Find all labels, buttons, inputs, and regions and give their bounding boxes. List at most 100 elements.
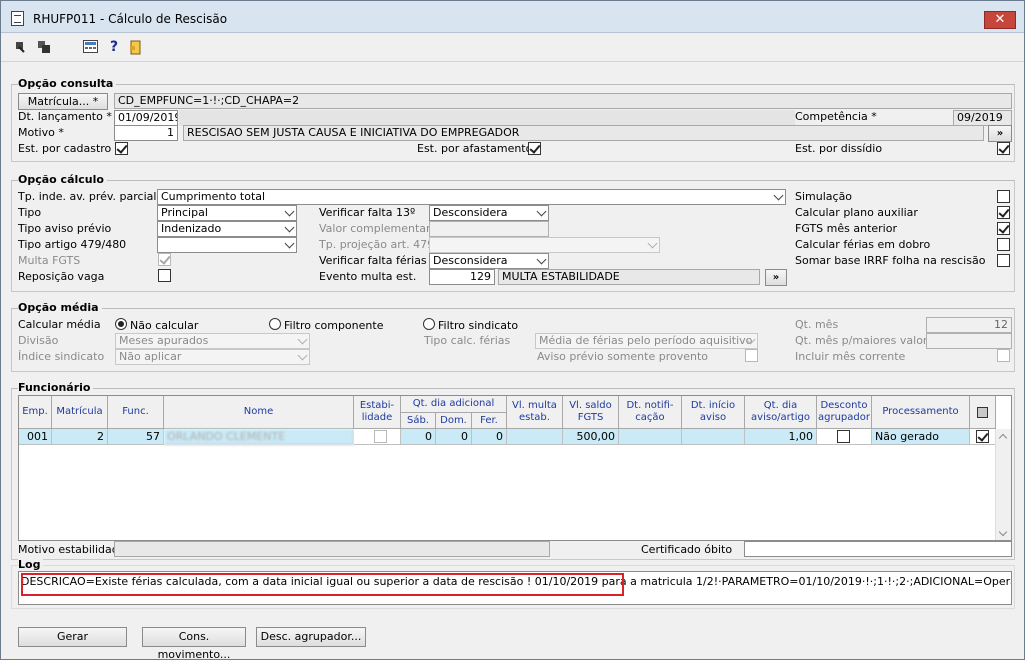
cell-func[interactable]: 57 bbox=[108, 429, 164, 445]
chevron-down-icon bbox=[536, 206, 547, 217]
plano-aux-label: Calcular plano auxiliar bbox=[795, 206, 918, 219]
chevron-down-icon bbox=[297, 334, 308, 345]
funcionario-title: Funcionário bbox=[18, 381, 94, 394]
copy-icon[interactable] bbox=[37, 40, 51, 54]
exit-icon[interactable] bbox=[129, 40, 143, 55]
cell-emp[interactable]: 001 bbox=[19, 429, 52, 445]
desconto-checkbox[interactable] bbox=[837, 430, 850, 443]
col-dt-inicio-aviso[interactable]: Dt. início aviso bbox=[682, 396, 745, 429]
col-fer[interactable]: Fer. bbox=[472, 413, 507, 429]
aviso-somente-label: Aviso prévio somente provento bbox=[537, 350, 709, 363]
tp-projecao-select bbox=[429, 237, 660, 253]
est-dissidio-checkbox[interactable] bbox=[997, 142, 1010, 155]
ferias-dobro-label: Calcular férias em dobro bbox=[795, 238, 931, 251]
radio-nao-calcular[interactable] bbox=[115, 318, 127, 330]
fgts-anterior-label: FGTS mês anterior bbox=[795, 222, 897, 235]
col-processamento[interactable]: Processamento bbox=[872, 396, 970, 429]
estabilidade-checkbox[interactable] bbox=[374, 430, 387, 443]
tp-inde-select[interactable]: Cumprimento total bbox=[157, 189, 786, 205]
divisao-select: Meses apurados bbox=[115, 333, 310, 349]
tipo-artigo-select[interactable] bbox=[157, 237, 297, 253]
col-nome[interactable]: Nome bbox=[164, 396, 354, 429]
fgts-anterior-checkbox[interactable] bbox=[997, 222, 1010, 235]
cell-fer[interactable]: 0 bbox=[472, 429, 507, 445]
cell-nome[interactable]: ORLANDO CLEMENTE bbox=[164, 429, 354, 445]
col-sab[interactable]: Sáb. bbox=[401, 413, 436, 429]
cons-movimento-button[interactable]: Cons. movimento... bbox=[142, 627, 246, 661]
qt-mes-maiores-label: Qt. mês p/maiores valores bbox=[795, 334, 940, 347]
col-estabilidade[interactable]: Estabi- lidade bbox=[354, 396, 401, 429]
est-afastamento-label: Est. por afastamento bbox=[417, 142, 533, 155]
first-record-icon[interactable] bbox=[15, 40, 29, 54]
col-func[interactable]: Func. bbox=[108, 396, 164, 429]
cell-processamento[interactable]: Não gerado bbox=[872, 429, 970, 445]
certificado-obito-field[interactable] bbox=[744, 541, 1012, 557]
verificar-13-value: Desconsidera bbox=[433, 206, 508, 219]
col-matricula[interactable]: Matrícula bbox=[52, 396, 108, 429]
col-desconto[interactable]: Desconto agrupador bbox=[817, 396, 872, 429]
indice-select: Não aplicar bbox=[115, 349, 310, 365]
est-afastamento-checkbox[interactable] bbox=[528, 142, 541, 155]
close-button[interactable]: ✕ bbox=[984, 11, 1016, 29]
col-vl-saldo[interactable]: Vl. saldo FGTS bbox=[563, 396, 619, 429]
competencia-label: Competência * bbox=[795, 110, 877, 123]
col-dom[interactable]: Dom. bbox=[436, 413, 472, 429]
competencia-field[interactable]: 09/2019 bbox=[953, 110, 1012, 126]
multa-fgts-checkbox bbox=[158, 253, 171, 266]
verificar-ferias-select[interactable]: Desconsidera bbox=[429, 253, 549, 269]
cell-select[interactable] bbox=[970, 429, 996, 445]
cell-desconto[interactable] bbox=[817, 429, 872, 445]
desc-agrupador-button[interactable]: Desc. agrupador... bbox=[256, 627, 366, 647]
col-select-all[interactable] bbox=[970, 396, 996, 429]
tipo-value: Principal bbox=[161, 206, 208, 219]
tipo-aviso-value: Indenizado bbox=[161, 222, 222, 235]
toolbar: ? bbox=[1, 34, 1024, 62]
cell-dom[interactable]: 0 bbox=[436, 429, 472, 445]
cell-qt-aviso[interactable]: 1,00 bbox=[745, 429, 817, 445]
evento-lookup-button[interactable]: » bbox=[765, 269, 787, 286]
cell-sab[interactable]: 0 bbox=[401, 429, 436, 445]
radio-filtro-sindicato[interactable] bbox=[423, 318, 435, 330]
row-select-checkbox[interactable] bbox=[976, 430, 989, 443]
cell-estabilidade[interactable] bbox=[354, 429, 401, 445]
verificar-ferias-label: Verificar falta férias bbox=[319, 254, 427, 267]
gerar-button[interactable]: Gerar bbox=[18, 627, 127, 647]
certificado-obito-label: Certificado óbito bbox=[641, 543, 733, 556]
motivo-code-field[interactable]: 1 bbox=[114, 125, 178, 141]
cell-dt-notificacao[interactable] bbox=[619, 429, 682, 445]
radio-filtro-componente[interactable] bbox=[269, 318, 281, 330]
col-vl-multa[interactable]: Vl. multa estab. bbox=[507, 396, 563, 429]
scroll-up-icon[interactable] bbox=[998, 433, 1008, 443]
help-icon[interactable]: ? bbox=[107, 40, 121, 54]
matricula-button[interactable]: Matrícula... * bbox=[18, 93, 108, 110]
somar-irrf-checkbox[interactable] bbox=[997, 254, 1010, 267]
cell-dt-inicio[interactable] bbox=[682, 429, 745, 445]
tipo-select[interactable]: Principal bbox=[157, 205, 297, 221]
reposicao-checkbox[interactable] bbox=[158, 269, 171, 282]
indice-value: Não aplicar bbox=[119, 350, 182, 363]
somar-irrf-label: Somar base IRRF folha na rescisão bbox=[795, 254, 986, 267]
plano-aux-checkbox[interactable] bbox=[997, 206, 1010, 219]
dt-lancamento-field[interactable]: 01/09/2019 bbox=[114, 110, 178, 126]
calculator-icon[interactable] bbox=[83, 40, 98, 54]
col-emp[interactable]: Emp. bbox=[19, 396, 52, 429]
ferias-dobro-checkbox[interactable] bbox=[997, 238, 1010, 251]
grid-scrollbar[interactable] bbox=[995, 429, 1011, 540]
simulacao-checkbox[interactable] bbox=[997, 190, 1010, 203]
est-cadastro-checkbox[interactable] bbox=[115, 142, 128, 155]
col-dt-notificacao[interactable]: Dt. notifi- cação bbox=[619, 396, 682, 429]
title-bar: RHUFP011 - Cálculo de Rescisão ✕ bbox=[1, 1, 1024, 33]
cell-vl-saldo[interactable]: 500,00 bbox=[563, 429, 619, 445]
scroll-down-icon[interactable] bbox=[998, 527, 1008, 537]
motivo-lookup-button[interactable]: » bbox=[988, 125, 1012, 142]
cell-matricula[interactable]: 2 bbox=[52, 429, 108, 445]
select-all-checkbox[interactable] bbox=[977, 406, 988, 418]
tipo-aviso-select[interactable]: Indenizado bbox=[157, 221, 297, 237]
evento-code-field[interactable]: 129 bbox=[429, 269, 495, 285]
cell-vl-multa[interactable] bbox=[507, 429, 563, 445]
incluir-mes-label: Incluir mês corrente bbox=[795, 350, 906, 363]
col-qt-aviso[interactable]: Qt. dia aviso/artigo bbox=[745, 396, 817, 429]
calculo-title: Opção cálculo bbox=[18, 173, 107, 186]
media-title: Opção média bbox=[18, 301, 102, 314]
verificar-13-select[interactable]: Desconsidera bbox=[429, 205, 549, 221]
